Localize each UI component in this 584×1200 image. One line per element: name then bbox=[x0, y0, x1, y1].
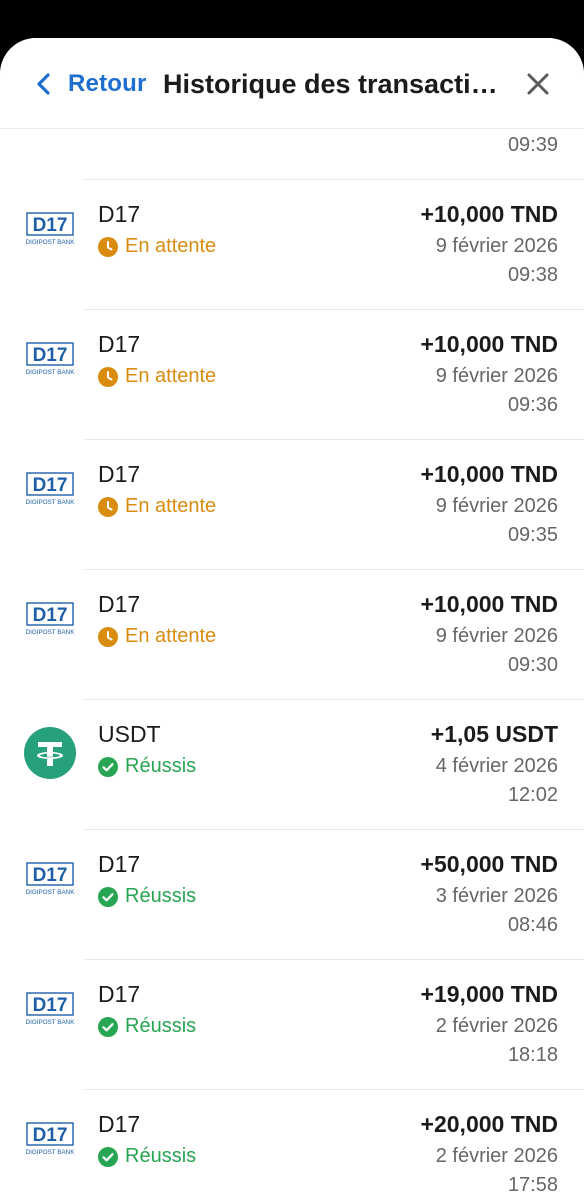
status-label: Réussis bbox=[125, 755, 197, 777]
status-label: En attente bbox=[125, 235, 217, 257]
transaction-row[interactable]: D17 DIGIPOST BANK D17 En attente +10,000… bbox=[26, 569, 584, 699]
transaction-row[interactable]: USDT Réussis +1,05 USDT 4 février 2026 1… bbox=[24, 699, 584, 829]
transaction-row[interactable]: D17 DIGIPOST BANK D17 En attente +10,000… bbox=[26, 179, 584, 309]
d17-logo-icon: D17 DIGIPOST BANK bbox=[26, 342, 76, 376]
transaction-name: D17 bbox=[98, 591, 141, 617]
back-button[interactable]: Retour bbox=[34, 66, 147, 102]
transaction-row[interactable]: D17 DIGIPOST BANK D17 Réussis +19,000 TN… bbox=[26, 959, 584, 1089]
transaction-status: En attente bbox=[98, 495, 216, 518]
transaction-status: Réussis bbox=[98, 755, 196, 778]
check-circle-icon bbox=[98, 886, 118, 907]
d17-logo-icon: D17 DIGIPOST BANK bbox=[26, 212, 76, 246]
transaction-name: D17 bbox=[98, 461, 141, 487]
transaction-status: En attente bbox=[98, 365, 216, 388]
d17-logo-subtext: DIGIPOST BANK bbox=[26, 889, 76, 896]
transaction-amount: +10,000 TND bbox=[420, 201, 558, 227]
transaction-name: USDT bbox=[98, 721, 161, 747]
chevron-left-icon bbox=[37, 73, 50, 95]
status-label: En attente bbox=[125, 365, 217, 387]
transaction-time: 09:36 bbox=[507, 394, 558, 416]
close-icon bbox=[527, 73, 549, 95]
transaction-amount: +10,000 TND bbox=[420, 331, 558, 357]
transaction-name: D17 bbox=[98, 981, 141, 1007]
transaction-time: 08:46 bbox=[507, 914, 558, 936]
tether-logo-icon bbox=[24, 727, 76, 779]
transaction-amount: +10,000 TND bbox=[420, 461, 558, 487]
transaction-history-sheet: Retour Historique des transactio… 09:39 … bbox=[0, 38, 584, 1200]
d17-logo-text: D17 bbox=[33, 865, 68, 886]
transaction-date: 2 février 2026 bbox=[435, 1145, 558, 1167]
transaction-date: 9 février 2026 bbox=[435, 625, 558, 647]
transaction-date: 9 février 2026 bbox=[435, 365, 558, 387]
clock-icon bbox=[98, 236, 118, 257]
transaction-row[interactable]: D17 DIGIPOST BANK D17 Réussis +20,000 TN… bbox=[26, 1089, 584, 1200]
d17-logo-icon: D17 DIGIPOST BANK bbox=[26, 992, 76, 1026]
d17-logo-subtext: DIGIPOST BANK bbox=[26, 499, 76, 506]
check-circle-icon bbox=[98, 756, 118, 777]
transaction-time: 12:02 bbox=[507, 784, 558, 806]
transaction-name: D17 bbox=[98, 851, 141, 877]
transaction-time: 09:38 bbox=[507, 264, 558, 286]
d17-logo-text: D17 bbox=[33, 605, 68, 626]
d17-logo-text: D17 bbox=[33, 345, 68, 366]
status-label: En attente bbox=[125, 495, 217, 517]
transaction-status: En attente bbox=[98, 625, 216, 648]
transaction-amount: +10,000 TND bbox=[420, 591, 558, 617]
close-button[interactable] bbox=[524, 70, 552, 98]
transaction-status: Réussis bbox=[98, 1015, 196, 1038]
transaction-status: Réussis bbox=[98, 885, 196, 908]
status-label: En attente bbox=[125, 625, 217, 647]
d17-logo-subtext: DIGIPOST BANK bbox=[26, 1019, 76, 1026]
d17-logo-text: D17 bbox=[33, 995, 68, 1016]
transaction-time: 18:18 bbox=[507, 1044, 558, 1066]
check-circle-icon bbox=[98, 1016, 118, 1037]
transaction-date: 4 février 2026 bbox=[435, 755, 558, 777]
transaction-date: 3 février 2026 bbox=[435, 885, 558, 907]
d17-logo-subtext: DIGIPOST BANK bbox=[26, 1149, 76, 1156]
transaction-name: D17 bbox=[98, 1111, 141, 1137]
transaction-row[interactable]: D17 DIGIPOST BANK D17 En attente +10,000… bbox=[26, 309, 584, 439]
transaction-status: En attente bbox=[98, 235, 216, 258]
transaction-time: 09:35 bbox=[507, 524, 558, 546]
check-circle-icon bbox=[98, 1146, 118, 1167]
status-label: Réussis bbox=[125, 1145, 197, 1167]
transaction-date: 2 février 2026 bbox=[435, 1015, 558, 1037]
d17-logo-subtext: DIGIPOST BANK bbox=[26, 629, 76, 636]
clock-icon bbox=[98, 366, 118, 387]
d17-logo-subtext: DIGIPOST BANK bbox=[26, 239, 76, 246]
transaction-time: 17:58 bbox=[507, 1174, 558, 1196]
d17-logo-icon: D17 DIGIPOST BANK bbox=[26, 1122, 76, 1156]
transaction-row[interactable]: D17 DIGIPOST BANK D17 Réussis +50,000 TN… bbox=[26, 829, 584, 959]
transaction-name: D17 bbox=[98, 201, 141, 227]
transaction-date: 9 février 2026 bbox=[435, 235, 558, 257]
back-label: Retour bbox=[68, 70, 147, 97]
transaction-time: 09:30 bbox=[507, 654, 558, 676]
transaction-name: D17 bbox=[98, 331, 141, 357]
d17-logo-icon: D17 DIGIPOST BANK bbox=[26, 862, 76, 896]
list-item-partial[interactable]: 09:39 bbox=[0, 129, 584, 179]
transaction-row[interactable]: D17 DIGIPOST BANK D17 En attente +10,000… bbox=[26, 439, 584, 569]
d17-logo-subtext: DIGIPOST BANK bbox=[26, 369, 76, 376]
d17-logo-text: D17 bbox=[33, 475, 68, 496]
transaction-amount: +50,000 TND bbox=[420, 851, 558, 877]
d17-logo-icon: D17 DIGIPOST BANK bbox=[26, 472, 76, 506]
d17-logo-text: D17 bbox=[33, 1125, 68, 1146]
page-title: Historique des transactio… bbox=[163, 69, 508, 99]
clock-icon bbox=[98, 496, 118, 517]
clock-icon bbox=[98, 626, 118, 647]
transaction-amount: +20,000 TND bbox=[420, 1111, 558, 1137]
header: Retour Historique des transactio… bbox=[0, 38, 584, 129]
status-label: Réussis bbox=[125, 885, 197, 907]
transaction-time: 09:39 bbox=[507, 134, 558, 156]
d17-logo-text: D17 bbox=[33, 215, 68, 236]
d17-logo-icon: D17 DIGIPOST BANK bbox=[26, 602, 76, 636]
transaction-status: Réussis bbox=[98, 1145, 196, 1168]
transaction-amount: +1,05 USDT bbox=[430, 721, 558, 747]
transaction-list[interactable]: 09:39 D17 DIGIPOST BANK D17 En attente +… bbox=[0, 129, 584, 1200]
transaction-date: 9 février 2026 bbox=[435, 495, 558, 517]
status-label: Réussis bbox=[125, 1015, 197, 1037]
transaction-amount: +19,000 TND bbox=[420, 981, 558, 1007]
